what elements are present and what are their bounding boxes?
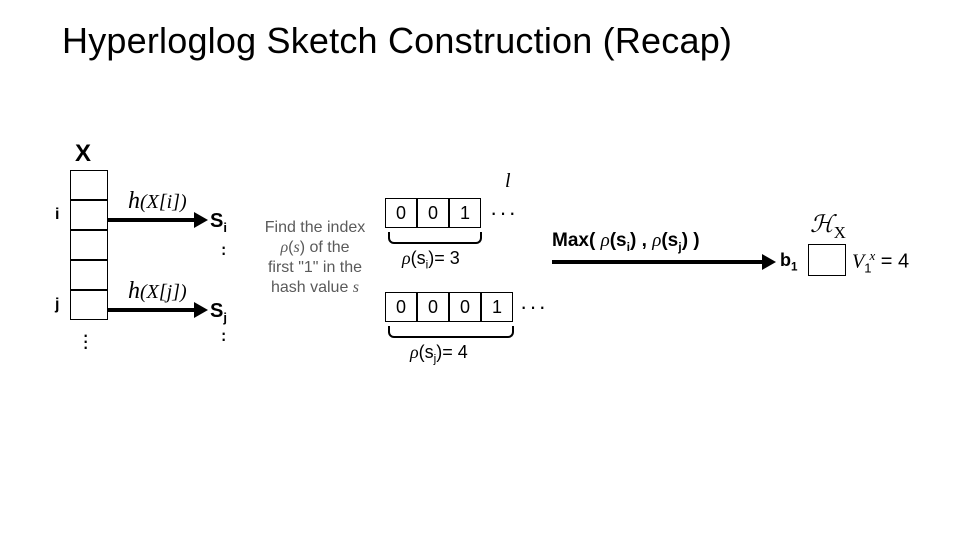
index-j: j <box>55 296 59 314</box>
bit-cell: 0 <box>449 292 481 322</box>
index-i: i <box>55 206 59 224</box>
rho-i: ρ(si)= 3 <box>402 248 460 272</box>
ell-label: l <box>505 170 511 193</box>
col-cell <box>70 170 108 200</box>
s-vdots: ·· <box>220 244 227 256</box>
bits-dots: ··· <box>490 200 518 226</box>
si-label: Si <box>210 210 227 235</box>
col-cell <box>70 260 108 290</box>
rho-j: ρ(sj)= 4 <box>410 342 468 366</box>
bits-dots: ··· <box>520 294 548 320</box>
bit-cell: 0 <box>417 198 449 228</box>
hash-label-j: h(X[j]) <box>128 278 187 305</box>
s-vdots2: ·· <box>220 330 227 342</box>
col-vdots: ··· <box>82 332 89 350</box>
bit-cell: 0 <box>385 292 417 322</box>
b1-cell <box>808 244 846 276</box>
hx-label: ℋX <box>810 210 846 243</box>
slide-title: Hyperloglog Sketch Construction (Recap) <box>62 20 732 62</box>
vx-value: V1x = 4 <box>852 248 909 276</box>
explain-text: Find the index ρ(s) of the first "1" in … <box>250 218 380 298</box>
col-cell <box>70 230 108 260</box>
brace-j <box>388 326 514 338</box>
column-header: X <box>75 140 91 168</box>
col-cell <box>70 290 108 320</box>
hash-label-i: h(X[i]) <box>128 188 187 215</box>
bit-cell: 0 <box>385 198 417 228</box>
brace-i <box>388 232 482 244</box>
bit-cell: 0 <box>417 292 449 322</box>
col-cell <box>70 200 108 230</box>
bit-cell: 1 <box>449 198 481 228</box>
bit-cell: 1 <box>481 292 513 322</box>
max-expr: Max( ρ(si) , ρ(sj) ) <box>552 230 700 254</box>
b1-label: b1 <box>780 250 798 274</box>
